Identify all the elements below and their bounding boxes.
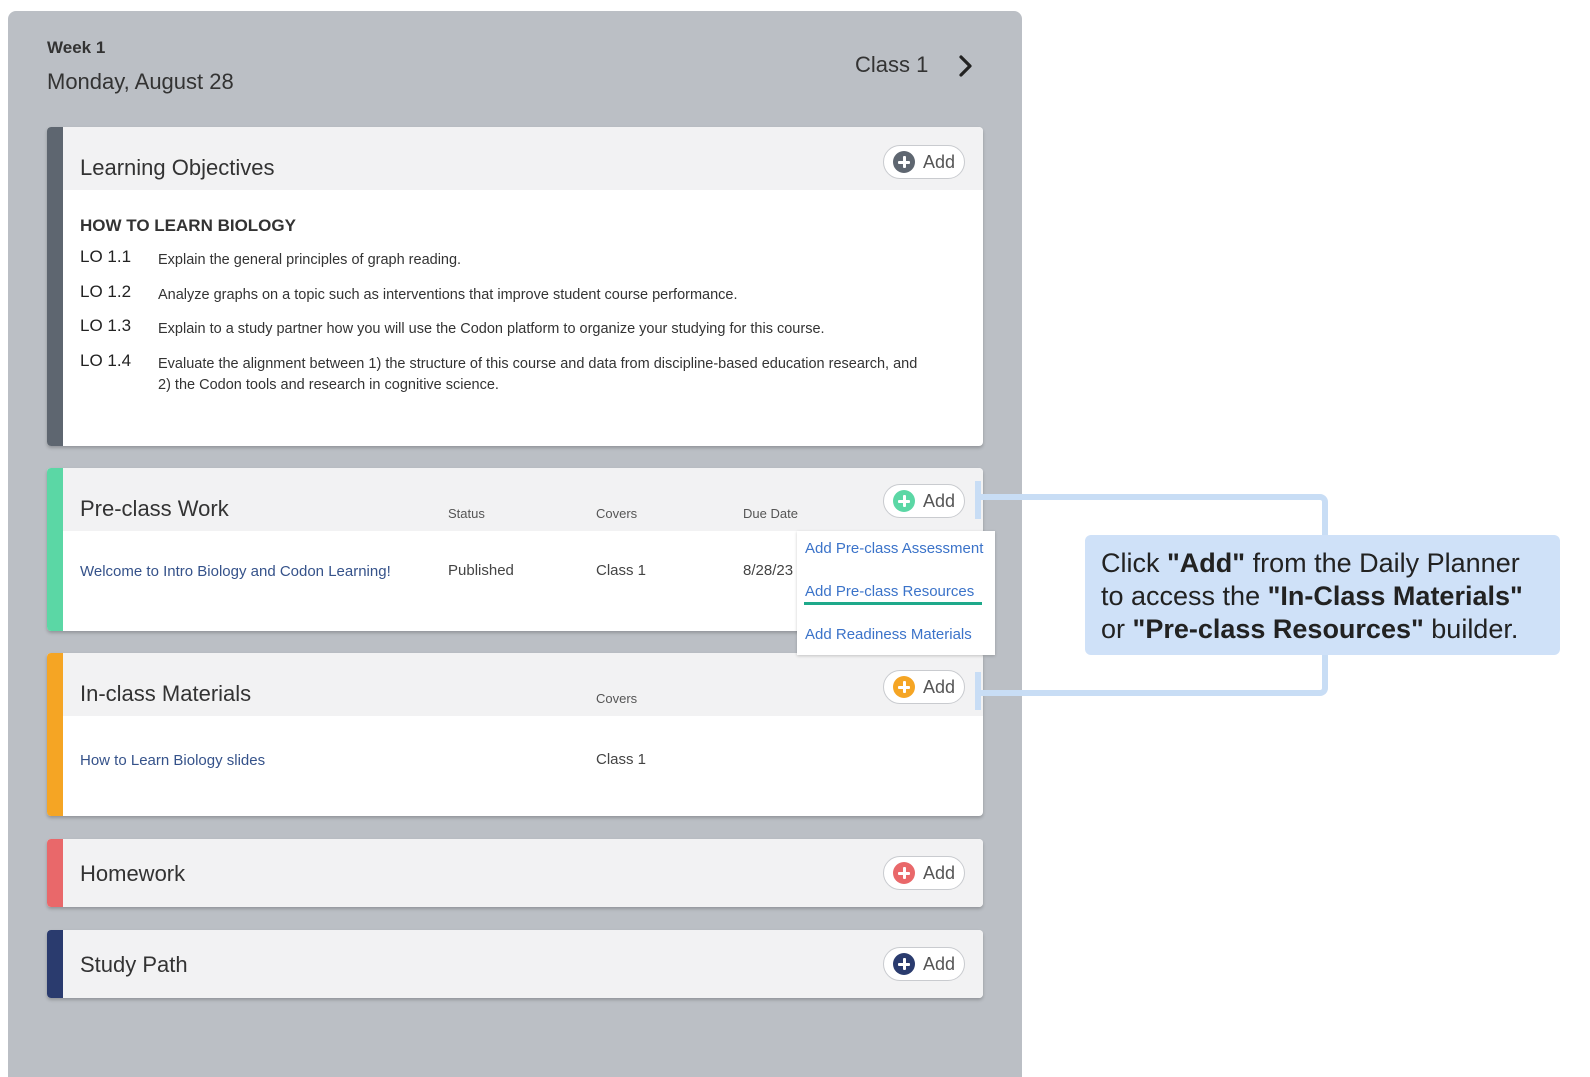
card-color-bar	[47, 930, 63, 998]
card-color-bar	[47, 839, 63, 907]
chevron-right-icon[interactable]	[954, 52, 978, 80]
covers-value: Class 1	[596, 751, 647, 768]
add-label: Add	[923, 953, 956, 974]
add-label: Add	[923, 862, 956, 883]
card-title: Homework	[80, 861, 186, 886]
card-header	[47, 839, 983, 907]
plus-circle-icon	[893, 953, 915, 975]
inclass-item-link[interactable]: How to Learn Biology slides	[80, 752, 265, 769]
callout-text: Click	[1101, 548, 1167, 578]
objective-id: LO 1.4	[80, 351, 132, 370]
column-header-covers: Covers	[596, 506, 638, 521]
plus-circle-icon	[893, 862, 915, 884]
column-header-covers: Covers	[596, 691, 638, 706]
instruction-callout: Click "Add" from the Daily Planner to ac…	[1085, 535, 1560, 655]
objectives-heading: HOW TO LEARN BIOLOGY	[80, 216, 296, 235]
study-path-card: Study Path Add	[47, 930, 983, 998]
week-label: Week 1	[47, 38, 106, 57]
callout-text: builder.	[1423, 614, 1519, 644]
card-title: Study Path	[80, 952, 188, 977]
card-color-bar	[47, 653, 63, 816]
plus-circle-icon	[893, 676, 915, 698]
objective-text: Explain the general principles of graph …	[158, 252, 462, 268]
add-inclass-button[interactable]: Add	[883, 670, 965, 704]
column-header-due-date: Due Date	[743, 506, 798, 521]
objective-id: LO 1.2	[80, 282, 132, 301]
callout-connector-top-line	[981, 494, 1328, 536]
callout-bold-text: "Pre-class Resources"	[1132, 614, 1424, 644]
preclass-item-link[interactable]: Welcome to Intro Biology and Codon Learn…	[80, 563, 391, 580]
column-header-status: Status	[448, 506, 485, 521]
callout-text: or	[1101, 614, 1133, 644]
add-preclass-button[interactable]: Add	[883, 484, 965, 518]
class-label: Class 1	[855, 52, 929, 77]
card-title: In-class Materials	[80, 681, 252, 706]
learning-objectives-card: Learning Objectives Add HOW TO LEARN BIO…	[47, 127, 983, 446]
inclass-materials-card: In-class Materials Covers Add How to Lea…	[47, 653, 983, 816]
menu-item-add-readiness-materials[interactable]: Add Readiness Materials	[805, 626, 972, 643]
covers-value: Class 1	[596, 562, 647, 579]
card-color-bar	[47, 127, 63, 446]
status-value: Published	[448, 562, 514, 579]
objective-text: Analyze graphs on a topic such as interv…	[158, 287, 738, 303]
objective-text: Explain to a study partner how you will …	[158, 321, 825, 337]
plus-circle-icon	[893, 490, 915, 512]
add-label: Add	[923, 676, 956, 697]
objective-id: LO 1.3	[80, 316, 132, 335]
add-study-path-button[interactable]: Add	[883, 947, 965, 981]
menu-item-add-preclass-assessment[interactable]: Add Pre-class Assessment	[805, 540, 983, 557]
callout-connector-bottom-line	[981, 654, 1328, 696]
add-homework-button[interactable]: Add	[883, 856, 965, 890]
due-date-value: 8/28/23	[743, 562, 794, 579]
preclass-add-menu: Add Pre-class Assessment Add Pre-class R…	[797, 531, 995, 655]
add-label: Add	[923, 490, 956, 511]
card-color-bar	[47, 468, 63, 631]
plus-circle-icon	[893, 151, 915, 173]
objective-id: LO 1.1	[80, 247, 132, 266]
card-title: Pre-class Work	[80, 496, 229, 521]
menu-item-add-preclass-resources[interactable]: Add Pre-class Resources	[805, 583, 974, 600]
date-label: Monday, August 28	[47, 69, 234, 94]
objective-text: Evaluate the alignment between 1) the st…	[158, 356, 918, 393]
card-title: Learning Objectives	[80, 155, 275, 180]
callout-bold-text: "In-Class Materials"	[1267, 581, 1523, 611]
add-objective-button[interactable]: Add	[883, 145, 965, 179]
callout-bold-text: "Add"	[1167, 548, 1246, 578]
add-label: Add	[923, 151, 956, 172]
homework-card: Homework Add	[47, 839, 983, 907]
menu-item-highlight-underline	[804, 602, 982, 605]
